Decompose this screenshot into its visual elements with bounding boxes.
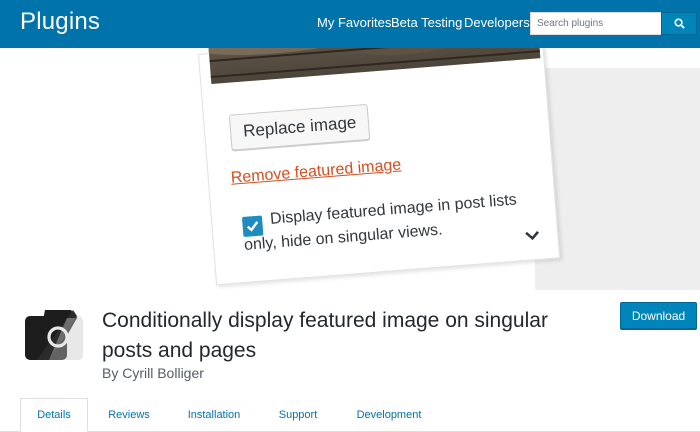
plugin-tabs: Details Reviews Installation Support Dev… <box>0 398 700 432</box>
tab-support[interactable]: Support <box>266 398 330 432</box>
banner-screenshot: Replace image Remove featured image Disp… <box>0 48 700 290</box>
tab-development[interactable]: Development <box>345 398 433 432</box>
page-title[interactable]: Plugins <box>20 8 100 36</box>
chevron-down-icon[interactable] <box>524 229 541 242</box>
nav-my-favorites[interactable]: My Favorites <box>317 15 391 30</box>
tab-reviews[interactable]: Reviews <box>95 398 163 432</box>
plugin-banner: Replace image Remove featured image Disp… <box>0 48 700 290</box>
tab-details[interactable]: Details <box>20 398 88 432</box>
search-input[interactable] <box>530 12 661 35</box>
search-button[interactable] <box>661 12 697 35</box>
remove-featured-image-link[interactable]: Remove featured image <box>230 156 402 187</box>
checkmark-icon <box>246 221 259 232</box>
plugin-author[interactable]: By Cyrill Bolliger <box>102 365 204 381</box>
search-icon <box>673 18 685 29</box>
nav-developers[interactable]: Developers <box>464 15 530 30</box>
plugin-logo-icon <box>25 310 83 360</box>
plugin-title: Conditionally display featured image on … <box>102 309 548 362</box>
search-form <box>530 12 697 35</box>
nav-beta-testing[interactable]: Beta Testing <box>391 15 462 30</box>
tab-installation[interactable]: Installation <box>175 398 253 432</box>
download-button[interactable]: Download <box>620 302 697 329</box>
site-header: Plugins My Favorites Beta Testing Develo… <box>0 0 700 48</box>
featured-image-panel: Replace image Remove featured image Disp… <box>198 48 561 286</box>
stone-wall-image <box>206 48 541 85</box>
replace-image-button[interactable]: Replace image <box>228 103 371 151</box>
